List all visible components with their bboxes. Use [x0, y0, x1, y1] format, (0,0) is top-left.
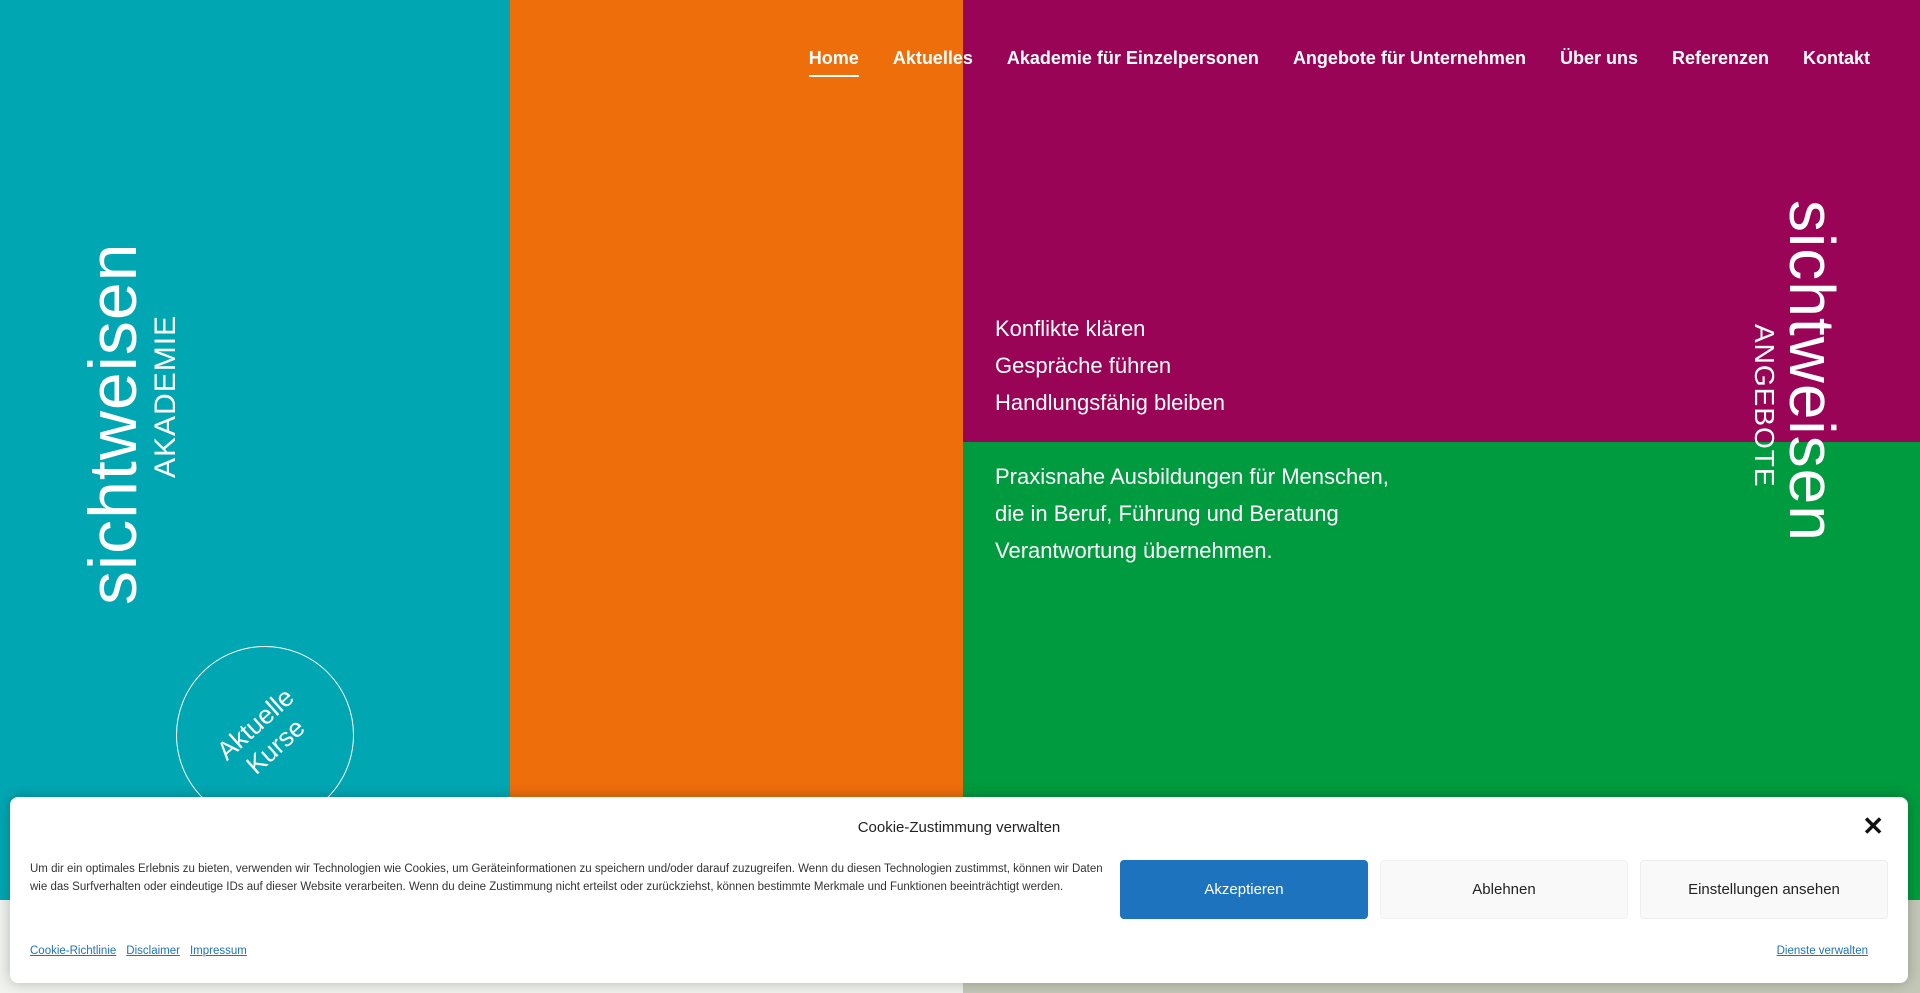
- nav-item-referenzen[interactable]: Referenzen: [1672, 48, 1769, 77]
- nav-item-akademie[interactable]: Akademie für Einzelpersonen: [1007, 48, 1259, 77]
- description-line: Praxisnahe Ausbildungen für Menschen,: [995, 464, 1389, 489]
- nav-item-home[interactable]: Home: [808, 48, 859, 77]
- manage-services-link[interactable]: Dienste verwalten: [1777, 945, 1868, 957]
- cookie-dialog-text: Um dir ein optimales Erlebnis zu bieten,…: [30, 863, 1103, 893]
- academy-logo-wordmark: sichtweisen: [75, 242, 151, 606]
- deny-cookies-button[interactable]: Ablehnen: [1380, 860, 1628, 919]
- cookie-policy-link[interactable]: Cookie-Richtlinie: [30, 945, 116, 957]
- nav-item-aktuelles[interactable]: Aktuelles: [893, 48, 973, 77]
- cookie-dialog-title: Cookie-Zustimmung verwalten: [857, 819, 1061, 836]
- offers-logo-wordmark: sichtweisen: [1776, 200, 1848, 542]
- hero-description: Praxisnahe Ausbildungen für Menschen, di…: [995, 458, 1389, 569]
- cookie-consent-dialog: Cookie-Zustimmung verwalten ✕ Um dir ein…: [10, 797, 1908, 983]
- academy-logo[interactable]: sichtweisen AKADEMIE: [75, 200, 188, 610]
- imprint-link[interactable]: Impressum: [190, 945, 247, 957]
- academy-logo-subtitle: AKADEMIE: [149, 314, 182, 478]
- accept-cookies-button[interactable]: Akzeptieren: [1120, 860, 1368, 919]
- hero-tagline: Konflikte klären Gespräche führen Handlu…: [995, 310, 1225, 421]
- tagline-line: Konflikte klären: [995, 316, 1146, 341]
- close-icon[interactable]: ✕: [1862, 811, 1884, 841]
- offers-logo-subtitle: ANGEBOTE: [1749, 324, 1780, 488]
- tagline-line: Gespräche führen: [995, 353, 1172, 378]
- nav-item-angebote[interactable]: Angebote für Unternehmen: [1293, 48, 1526, 77]
- offers-logo[interactable]: sichtweisen ANGEBOTE: [1745, 200, 1848, 600]
- disclaimer-link[interactable]: Disclaimer: [126, 945, 180, 957]
- description-line: Verantwortung übernehmen.: [995, 538, 1273, 563]
- main-navigation: Home Aktuelles Akademie für Einzelperson…: [808, 48, 1870, 77]
- view-settings-button[interactable]: Einstellungen ansehen: [1640, 860, 1888, 919]
- cookie-dialog-links: Cookie-Richtlinie Disclaimer Impressum: [30, 945, 247, 957]
- tagline-line: Handlungsfähig bleiben: [995, 390, 1225, 415]
- nav-item-kontakt[interactable]: Kontakt: [1803, 48, 1870, 77]
- description-line: die in Beruf, Führung und Beratung: [995, 501, 1339, 526]
- nav-item-ueber-uns[interactable]: Über uns: [1560, 48, 1638, 77]
